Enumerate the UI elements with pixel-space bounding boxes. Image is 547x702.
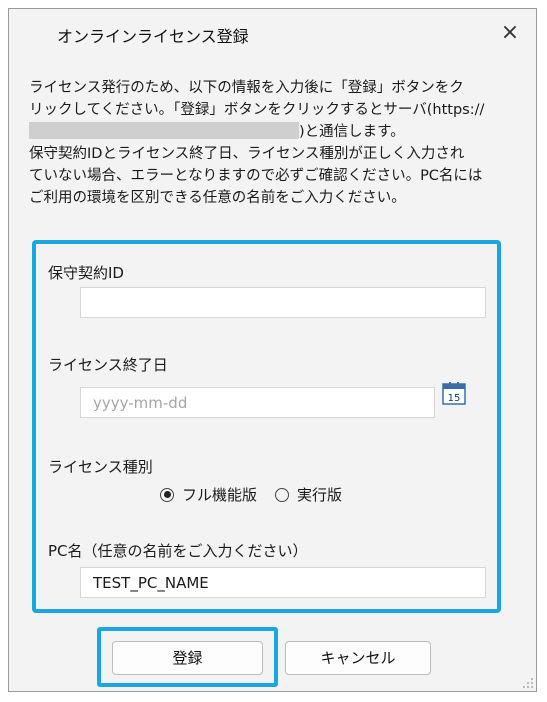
- pc-name-label: PC名（任意の名前をご入力ください）: [48, 542, 308, 560]
- calendar-icon[interactable]: 15: [441, 380, 467, 406]
- contract-id-field[interactable]: [80, 287, 486, 318]
- radio-full-label[interactable]: フル機能版: [182, 484, 257, 505]
- cancel-button[interactable]: キャンセル: [285, 641, 431, 675]
- resize-grip-icon[interactable]: [522, 677, 534, 689]
- description-line: ご利用の環境を区別できる任意の名前をご入力ください。: [29, 190, 406, 206]
- calendar-day: 15: [448, 393, 461, 404]
- description-line: 保守契約IDとライセンス終了日、ライセンス種別が正しく入力され: [29, 146, 465, 162]
- description-line-suffix: )と通信します。: [299, 124, 405, 140]
- description-line: ライセンス発行のため、以下の情報を入力後に「登録」ボタンをク: [29, 80, 464, 96]
- contract-id-label: 保守契約ID: [48, 264, 124, 282]
- description-line: ていない場合、エラーとなりますので必ずご確認ください。PC名には: [29, 168, 483, 184]
- pc-name-field[interactable]: [80, 567, 486, 598]
- close-icon[interactable]: ×: [492, 15, 528, 51]
- end-date-label: ライセンス終了日: [48, 356, 168, 374]
- radio-runtime-label[interactable]: 実行版: [297, 484, 342, 505]
- dialog-title: オンラインライセンス登録: [57, 27, 249, 46]
- end-date-field[interactable]: [80, 387, 435, 418]
- title-bar: オンラインライセンス登録 ×: [9, 9, 536, 57]
- license-type-group: フル機能版 実行版: [160, 484, 342, 505]
- description-line: )と通信します。: [29, 121, 521, 143]
- description-text: ライセンス発行のため、以下の情報を入力後に「登録」ボタンをク リックしてください…: [29, 77, 521, 209]
- radio-full[interactable]: [160, 487, 174, 502]
- description-line: リックしてください。「登録」ボタンをクリックするとサーバ(https://: [29, 102, 485, 118]
- register-button[interactable]: 登録: [112, 641, 263, 675]
- license-type-label: ライセンス種別: [48, 458, 153, 476]
- redacted-url: [29, 122, 299, 139]
- radio-runtime[interactable]: [275, 487, 290, 502]
